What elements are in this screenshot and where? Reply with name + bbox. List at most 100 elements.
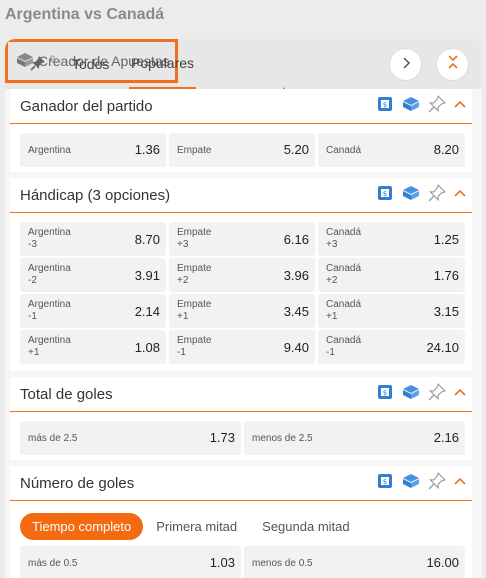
svg-text:$: $ xyxy=(383,190,387,198)
period-tab-tiempo-completo[interactable]: Tiempo completo xyxy=(20,513,144,540)
outcome-label: Canadá xyxy=(326,263,362,274)
odd-cell[interactable]: Canadá +2 1.76 xyxy=(318,258,465,292)
outcome-label: Canadá xyxy=(326,145,362,156)
cashout-icon[interactable]: $ xyxy=(376,95,394,113)
odd-value: 8.70 xyxy=(134,232,160,247)
cashout-icon[interactable]: $ xyxy=(376,472,394,490)
odd-cell[interactable]: Canadá +3 1.25 xyxy=(318,222,465,256)
odd-cell[interactable]: Canadá 8.20 xyxy=(318,133,465,167)
odd-cell[interactable]: Empate +2 3.96 xyxy=(169,258,315,292)
odd-value: 16.00 xyxy=(426,555,459,570)
outcome-label: Empate xyxy=(177,227,212,238)
pin-icon xyxy=(30,55,46,74)
builder-icon[interactable] xyxy=(402,185,420,201)
cashout-icon[interactable]: $ xyxy=(376,383,394,401)
outcome-label: Argentina xyxy=(28,145,71,156)
odd-value: 8.20 xyxy=(433,142,459,157)
builder-icon[interactable] xyxy=(402,384,420,400)
outcome-label: menos de 0.5 xyxy=(252,558,313,569)
odd-value: 1.08 xyxy=(134,340,160,355)
outcome-label: Empate xyxy=(177,335,212,346)
odd-cell[interactable]: Argentina +1 1.08 xyxy=(20,330,166,364)
section-header[interactable]: Total de goles $ xyxy=(10,377,472,412)
tab-pinned[interactable]: 0 xyxy=(30,39,55,89)
tab-todos[interactable]: Todos xyxy=(72,39,109,89)
section-ganador: Ganador del partido $ Argentina 1.36 Emp… xyxy=(10,89,472,172)
next-tabs-button[interactable] xyxy=(389,48,422,81)
odd-cell[interactable]: Argentina -1 2.14 xyxy=(20,294,166,328)
handicap-line: -1 xyxy=(326,347,335,358)
svg-text:$: $ xyxy=(383,478,387,486)
collapse-arrows-icon xyxy=(446,55,460,74)
section-header[interactable]: Número de goles $ xyxy=(10,466,472,501)
odd-value: 2.16 xyxy=(433,430,459,445)
odd-value: 2.14 xyxy=(134,304,160,319)
odd-cell[interactable]: Empate -1 9.40 xyxy=(169,330,315,364)
odd-cell[interactable]: más de 2.5 1.73 xyxy=(20,421,241,455)
page-title: Argentina vs Canadá xyxy=(5,6,165,23)
odd-cell[interactable]: Argentina -3 8.70 xyxy=(20,222,166,256)
period-tab-segunda-mitad[interactable]: Segunda mitad xyxy=(250,513,361,540)
pin-count: 0 xyxy=(50,54,56,64)
odd-value: 1.76 xyxy=(433,268,459,283)
handicap-line: +2 xyxy=(326,275,338,286)
odd-cell[interactable]: Empate +3 6.16 xyxy=(169,222,315,256)
pin-icon[interactable] xyxy=(428,383,446,401)
odd-value: 24.10 xyxy=(426,340,459,355)
outcome-label: Argentina xyxy=(28,263,71,274)
odd-cell[interactable]: Empate 5.20 xyxy=(169,133,315,167)
builder-icon[interactable] xyxy=(402,96,420,112)
odd-value: 3.91 xyxy=(134,268,160,283)
period-tab-primera-mitad[interactable]: Primera mitad xyxy=(144,513,249,540)
outcome-label: más de 0.5 xyxy=(28,558,78,569)
odd-value: 9.40 xyxy=(283,340,309,355)
outcome-label: Argentina xyxy=(28,335,71,346)
section-numero-goles: Número de goles $ Tiempo completo Primer… xyxy=(10,466,472,578)
chevron-up-icon[interactable] xyxy=(454,188,466,198)
odd-cell[interactable]: Argentina 1.36 xyxy=(20,133,166,167)
handicap-line: -1 xyxy=(177,347,186,358)
outcome-label: Empate xyxy=(177,263,212,274)
odd-value: 3.96 xyxy=(283,268,309,283)
pin-icon[interactable] xyxy=(428,95,446,113)
odd-value: 1.36 xyxy=(134,142,160,157)
section-header[interactable]: Hándicap (3 opciones) $ xyxy=(10,178,472,213)
odd-value: 3.15 xyxy=(433,304,459,319)
chevron-up-icon[interactable] xyxy=(454,99,466,109)
section-title: Hándicap (3 opciones) xyxy=(20,187,171,204)
handicap-line: -1 xyxy=(28,311,37,322)
section-header[interactable]: Ganador del partido $ xyxy=(10,89,472,124)
outcome-label: Canadá xyxy=(326,299,362,310)
odd-value: 1.03 xyxy=(209,555,235,570)
outcome-label: Empate xyxy=(177,299,212,310)
period-tabs: Tiempo completo Primera mitad Segunda mi… xyxy=(20,513,363,540)
outcome-label: Canadá xyxy=(326,227,362,238)
odd-cell[interactable]: más de 0.5 1.03 xyxy=(20,546,241,578)
odd-cell[interactable]: Empate +1 3.45 xyxy=(169,294,315,328)
builder-icon[interactable] xyxy=(402,473,420,489)
cashout-icon[interactable]: $ xyxy=(376,184,394,202)
handicap-line: +1 xyxy=(177,311,189,322)
outcome-label: menos de 2.5 xyxy=(252,433,313,444)
odd-value: 1.73 xyxy=(209,430,235,445)
collapse-all-button[interactable] xyxy=(436,48,469,81)
odd-cell[interactable]: Canadá -1 24.10 xyxy=(318,330,465,364)
chevron-up-icon[interactable] xyxy=(454,387,466,397)
handicap-line: +3 xyxy=(177,239,189,250)
odd-cell[interactable]: menos de 0.5 16.00 xyxy=(244,546,465,578)
odd-value: 6.16 xyxy=(283,232,309,247)
odd-cell[interactable]: menos de 2.5 2.16 xyxy=(244,421,465,455)
pin-icon[interactable] xyxy=(428,184,446,202)
chevron-up-icon[interactable] xyxy=(454,476,466,486)
tab-populares[interactable]: Populares xyxy=(129,39,197,89)
handicap-line: +3 xyxy=(326,239,338,250)
odd-cell[interactable]: Canadá +1 3.15 xyxy=(318,294,465,328)
odd-cell[interactable]: Argentina -2 3.91 xyxy=(20,258,166,292)
outcome-label: más de 2.5 xyxy=(28,433,78,444)
outcome-label: Empate xyxy=(177,145,212,156)
pin-icon[interactable] xyxy=(428,472,446,490)
odd-value: 1.25 xyxy=(433,232,459,247)
section-title: Total de goles xyxy=(20,386,113,403)
outcome-label: Argentina xyxy=(28,227,71,238)
odd-value: 3.45 xyxy=(283,304,309,319)
